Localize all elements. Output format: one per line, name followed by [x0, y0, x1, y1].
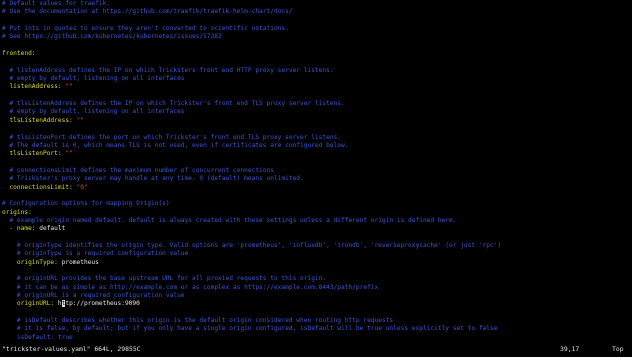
editor-line: # isDefault describes whether this origi…: [2, 317, 630, 325]
editor-line: # See https://github.com/kubernetes/kube…: [2, 33, 630, 41]
editor-line: frontend:: [2, 50, 630, 58]
comment-text: # Put ints in quotes to ensure they aren…: [2, 25, 289, 33]
yaml-key: tlsListenAddress:: [2, 116, 73, 124]
comment-text: # it is false, by default; but if you on…: [2, 325, 498, 333]
yaml-key: tlsListenPort:: [2, 150, 62, 158]
editor-line: # Configuration options for mapping Orig…: [2, 200, 630, 208]
editor-line: # example origin named default. default …: [2, 217, 630, 225]
editor-line: # tlsListenPort defines the port on whic…: [2, 134, 630, 142]
editor-line: # it can be as simple as http://example.…: [2, 284, 630, 292]
yaml-key: listenAddress:: [2, 83, 62, 91]
editor-line: # Trickster's proxy server may handle at…: [2, 175, 630, 183]
comment-text: # empty by default, listening on all int…: [2, 108, 185, 116]
editor-line: # Use the documentation at https://githu…: [2, 8, 630, 16]
screen-frame: # Default values for traefik. # Use the d…: [0, 0, 640, 360]
status-bar: "trickster-values.yaml" 664L, 29855C 39,…: [0, 343, 632, 355]
comment-text: # tlsListenPort defines the port on whic…: [2, 133, 341, 141]
editor-line: # empty by default, listening on all int…: [2, 75, 630, 83]
editor-line: # originType is a required configuration…: [2, 250, 630, 258]
editor-line: isDefault: true: [2, 334, 630, 342]
comment-text: # example origin named default. default …: [2, 216, 457, 224]
comment-text: # listenAddress defines the IP on which …: [2, 66, 334, 74]
yaml-key: - name:: [2, 225, 36, 233]
comment-text: # originURL provides the base upstream U…: [2, 275, 327, 283]
editor-line: # connectionsLimit defines the maximum n…: [2, 167, 630, 175]
editor-line: # originURL is a required configuration …: [2, 292, 630, 300]
yaml-value: tp://prometheus:9090: [65, 300, 140, 308]
scroll-indicator: Top: [612, 345, 624, 353]
editor-line: # tlsListenAddress defines the IP on whi…: [2, 100, 630, 108]
comment-text: # empty by default, listening on all int…: [2, 75, 185, 83]
yaml-key: originType:: [2, 258, 58, 266]
status-filename: "trickster-values.yaml" 664L, 29855C: [2, 345, 141, 353]
comment-text: # it can be as simple as http://example.…: [2, 283, 379, 291]
editor-line: originType: prometheus: [2, 259, 630, 267]
comment-text: # isDefault describes whether this origi…: [2, 317, 394, 325]
yaml-key: originURL:: [2, 300, 55, 308]
editor-line: # it is false, by default; but if you on…: [2, 325, 630, 333]
yaml-value: default: [35, 225, 66, 233]
editor-line: tlsListenPort: "": [2, 150, 630, 158]
yaml-value: prometheus: [57, 258, 99, 266]
yaml-string-value: "": [65, 83, 73, 91]
comment-text: # originType is a required configuration…: [2, 250, 189, 258]
editor-line: listenAddress: "": [2, 83, 630, 91]
editor-line: origins:: [2, 209, 630, 217]
yaml-string-value: "0": [76, 183, 88, 191]
editor-line: # empty by default, listening on all int…: [2, 108, 630, 116]
yaml-key: frontend:: [2, 50, 36, 58]
comment-text: # See https://github.com/kubernetes/kube…: [2, 33, 222, 41]
comment-text: # Default values for traefik.: [2, 0, 111, 7]
editor-line: connectionsLimit: "0": [2, 184, 630, 192]
editor-line: tlsListenAddress: "": [2, 117, 630, 125]
comment-text: # originType identifies the origin type.…: [2, 241, 502, 249]
yaml-string-value: "": [76, 116, 84, 124]
comment-text: isDefault: true: [2, 333, 73, 341]
yaml-value: h: [54, 300, 62, 308]
comment-text: # originURL is a required configuration …: [2, 292, 185, 300]
editor-line: # originURL provides the base upstream U…: [2, 275, 630, 283]
cursor-position: 39,17: [560, 345, 580, 353]
comment-text: # Use the documentation at https://githu…: [2, 8, 293, 16]
yaml-string-value: "": [65, 150, 73, 158]
comment-text: # Trickster's proxy server may handle at…: [2, 175, 304, 183]
comment-text: # connectionsLimit defines the maximum n…: [2, 166, 274, 174]
editor-line: # Default values for traefik.: [2, 0, 630, 8]
editor-line: # The default is 0, which means TLS is n…: [2, 142, 630, 150]
terminal-window[interactable]: # Default values for traefik. # Use the d…: [0, 0, 632, 357]
comment-text: # The default is 0, which means TLS is n…: [2, 141, 349, 149]
yaml-key: origins:: [2, 208, 32, 216]
comment-text: # Configuration options for mapping Orig…: [2, 200, 170, 208]
editor-buffer[interactable]: # Default values for traefik. # Use the d…: [2, 0, 630, 343]
editor-line: - name: default: [2, 225, 630, 233]
editor-line: # Put ints in quotes to ensure they aren…: [2, 25, 630, 33]
yaml-key: connectionsLimit:: [2, 183, 73, 191]
editor-line: # listenAddress defines the IP on which …: [2, 67, 630, 75]
editor-line: originURL: http://prometheus:9090: [2, 300, 630, 308]
editor-line: # originType identifies the origin type.…: [2, 242, 630, 250]
comment-text: # tlsListenAddress defines the IP on whi…: [2, 100, 345, 108]
